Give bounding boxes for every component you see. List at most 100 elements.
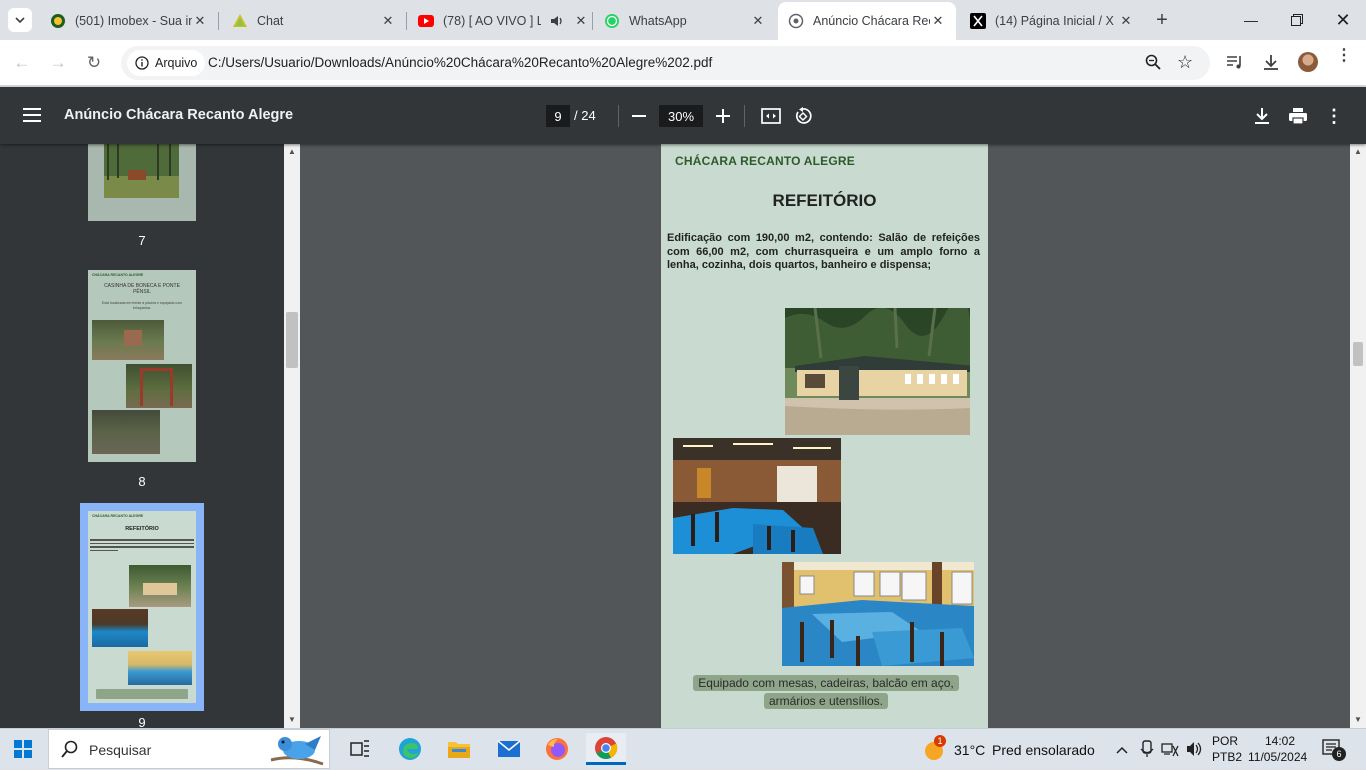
mail-icon xyxy=(497,740,521,757)
address-bar[interactable]: Arquivo C:/Users/Usuario/Downloads/Anúnc… xyxy=(121,46,1210,80)
firefox-app[interactable] xyxy=(537,733,577,765)
forward-button[interactable]: → xyxy=(44,49,72,77)
site-info-chip[interactable]: Arquivo xyxy=(127,50,206,76)
keyboard-layout[interactable]: PTB2 xyxy=(1212,750,1242,764)
input-language[interactable]: POR xyxy=(1212,734,1238,748)
tab-chat[interactable]: Chat ✕ xyxy=(222,6,406,36)
scroll-up-arrow[interactable]: ▲ xyxy=(1354,147,1362,156)
download-button[interactable] xyxy=(1249,103,1275,129)
close-window-button[interactable]: ✕ xyxy=(1320,0,1366,40)
scroll-down-arrow[interactable]: ▼ xyxy=(1354,715,1362,724)
folder-icon xyxy=(448,742,470,758)
close-icon[interactable]: ✕ xyxy=(930,13,946,29)
thumbnail-photo xyxy=(128,651,192,685)
minimize-button[interactable]: — xyxy=(1228,0,1274,40)
tab-pdf-anuncio[interactable]: Anúncio Chácara Rec ✕ xyxy=(778,2,956,40)
back-button[interactable]: ← xyxy=(8,49,36,77)
firefox-icon xyxy=(546,738,568,760)
tab-imobex[interactable]: (501) Imobex - Sua im ✕ xyxy=(40,6,218,36)
restore-button[interactable] xyxy=(1274,0,1320,40)
thumbnail-page-9[interactable]: CHÁCARA RECANTO ALEGRE REFEITÓRIO xyxy=(80,503,204,711)
menu-icon[interactable]: ⋮ xyxy=(1336,48,1352,64)
thumbnail-label: 8 xyxy=(138,474,146,489)
reload-button[interactable]: ↻ xyxy=(80,49,108,77)
bookmark-star-icon[interactable]: ☆ xyxy=(1177,52,1193,73)
task-view-icon xyxy=(350,740,369,757)
scroll-down-arrow[interactable]: ▼ xyxy=(288,715,296,724)
edge-app[interactable] xyxy=(390,733,430,765)
clock-date[interactable]: 11/05/2024 xyxy=(1248,750,1307,764)
close-icon[interactable]: ✕ xyxy=(750,13,766,29)
scroll-thumb[interactable] xyxy=(1353,342,1363,366)
scroll-thumb[interactable] xyxy=(286,312,298,368)
thumbnail-photo xyxy=(129,565,191,607)
download-icon xyxy=(1255,108,1269,124)
chrome-app[interactable] xyxy=(586,733,626,765)
close-icon[interactable]: ✕ xyxy=(380,13,396,29)
thumbnail-page-7[interactable] xyxy=(88,144,196,221)
speaker-icon[interactable] xyxy=(549,13,565,29)
thumbnail-page-8[interactable]: CHÁCARA RECANTO ALEGRE CASINHA DE BONECA… xyxy=(88,270,196,462)
thumbnail-page-content: CHÁCARA RECANTO ALEGRE REFEITÓRIO xyxy=(88,511,196,703)
media-control-icon[interactable] xyxy=(1226,54,1244,75)
thumbnail-desc: Está localizada em frente à piscina e eq… xyxy=(102,301,182,310)
close-icon[interactable]: ✕ xyxy=(192,13,208,29)
thumbnail-brand: CHÁCARA RECANTO ALEGRE xyxy=(92,273,144,277)
tab-x[interactable]: (14) Página Inicial / X ✕ xyxy=(960,6,1144,36)
caption-line-2: armários e utensílios. xyxy=(763,693,889,709)
scroll-up-arrow[interactable]: ▲ xyxy=(288,147,296,156)
pdf-page: CHÁCARA RECANTO ALEGRE REFEITÓRIO Edific… xyxy=(661,144,988,728)
rotate-icon xyxy=(795,107,812,124)
notification-count: 6 xyxy=(1332,747,1346,761)
file-explorer-app[interactable] xyxy=(439,733,479,765)
sidebar-scrollbar[interactable]: ▲ ▼ xyxy=(284,144,300,728)
tab-whatsapp[interactable]: WhatsApp ✕ xyxy=(594,6,776,36)
clock-time[interactable]: 14:02 xyxy=(1265,734,1295,748)
zoom-level-input[interactable]: 30% xyxy=(659,105,703,127)
url-text[interactable]: C:/Users/Usuario/Downloads/Anúncio%20Chá… xyxy=(208,55,712,70)
thumbnail-heading: CASINHA DE BONECA E PONTE PÊNSIL xyxy=(104,283,180,295)
thumbnail-photo xyxy=(92,410,160,454)
tray-chevron-icon[interactable] xyxy=(1116,741,1128,759)
thumbnail-photo xyxy=(92,609,148,647)
document-title: Anúncio Chácara Recanto Alegre xyxy=(64,107,294,123)
photo-dining-hall xyxy=(673,438,841,554)
tab-youtube[interactable]: (78) [ AO VIVO ] L ✕ xyxy=(408,6,588,36)
thumbnail-brand: CHÁCARA RECANTO ALEGRE xyxy=(92,514,144,518)
mail-app[interactable] xyxy=(489,733,529,765)
zoom-in-button[interactable] xyxy=(710,103,736,129)
volume-icon[interactable] xyxy=(1186,741,1204,762)
hamburger-menu-icon[interactable] xyxy=(22,107,42,128)
tab-search-button[interactable] xyxy=(8,8,32,32)
task-view-button[interactable] xyxy=(340,733,380,765)
rotate-button[interactable] xyxy=(790,103,816,129)
network-icon[interactable] xyxy=(1161,740,1179,763)
start-button[interactable] xyxy=(14,740,32,763)
photo-dining-room xyxy=(782,562,974,666)
chevron-down-icon xyxy=(15,17,25,23)
print-button[interactable] xyxy=(1285,103,1311,129)
page-number-input[interactable]: 9 xyxy=(546,105,570,127)
more-options-icon[interactable]: ⋮ xyxy=(1321,103,1347,129)
weather-badge: 1 xyxy=(934,735,946,747)
download-icon[interactable] xyxy=(1262,53,1280,76)
viewer-scrollbar[interactable]: ▲ ▼ xyxy=(1350,144,1366,728)
fit-page-button[interactable] xyxy=(758,103,784,129)
weather-widget[interactable]: 1 31°C Pred ensolarado xyxy=(920,735,1100,763)
zoom-icon[interactable] xyxy=(1145,54,1161,75)
close-icon[interactable]: ✕ xyxy=(573,13,589,29)
thumbnail-caption xyxy=(96,689,188,699)
notifications-button[interactable]: 6 xyxy=(1322,739,1346,764)
new-tab-button[interactable]: + xyxy=(1150,8,1174,32)
meet-now-icon[interactable] xyxy=(1140,740,1154,763)
taskbar-search[interactable]: Pesquisar xyxy=(48,729,330,769)
zoom-out-button[interactable] xyxy=(626,103,652,129)
tab-title: Chat xyxy=(257,14,284,28)
close-icon[interactable]: ✕ xyxy=(1118,13,1134,29)
avatar[interactable] xyxy=(1298,52,1318,72)
page-title: REFEITÓRIO xyxy=(772,191,877,210)
weather-desc: Pred ensolarado xyxy=(992,742,1095,758)
globe-icon xyxy=(788,13,804,29)
tab-title: (501) Imobex - Sua im xyxy=(75,14,192,28)
thumbnail-photo xyxy=(126,364,192,408)
